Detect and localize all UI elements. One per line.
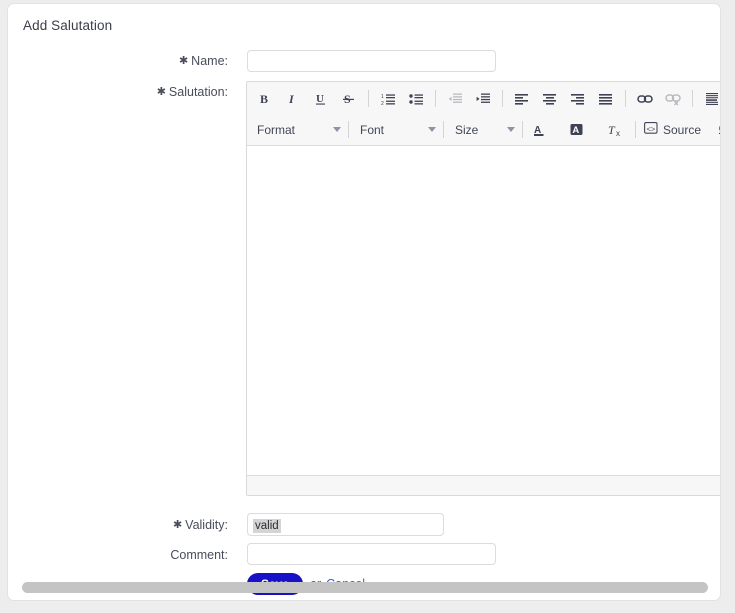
chevron-down-icon	[333, 127, 341, 132]
increase-indent-icon[interactable]	[471, 88, 495, 110]
svg-text:1: 1	[381, 94, 384, 100]
decrease-indent-icon[interactable]	[443, 88, 467, 110]
svg-text:2: 2	[381, 101, 384, 106]
font-dropdown[interactable]: Font	[354, 119, 438, 141]
source-button-label: Source	[663, 123, 701, 137]
size-dropdown-label: Size	[455, 123, 497, 137]
comment-label: Comment:	[18, 548, 228, 562]
toolbar-separator	[522, 121, 523, 138]
toolbar-separator	[635, 121, 636, 138]
format-dropdown-label: Format	[257, 123, 323, 137]
toolbar-separator	[348, 121, 349, 138]
justify-icon[interactable]	[594, 88, 618, 110]
page-title: Add Salutation	[23, 18, 112, 33]
salutation-rich-text-editor[interactable]: B I U S 1 2	[246, 81, 721, 496]
blockquote-icon[interactable]	[700, 88, 721, 110]
source-button[interactable]: <> Source	[641, 119, 704, 141]
validity-label: ✱Validity:	[18, 518, 228, 532]
editor-toolbar-row-1: B I U S 1 2	[247, 83, 721, 114]
svg-text:A: A	[572, 125, 579, 136]
strikethrough-icon[interactable]: S	[337, 88, 361, 110]
size-dropdown[interactable]: Size	[449, 119, 517, 141]
numbered-list-icon[interactable]: 1 2	[376, 88, 400, 110]
toolbar-separator	[443, 121, 444, 138]
svg-text:I: I	[288, 92, 295, 106]
font-dropdown-label: Font	[360, 123, 418, 137]
italic-icon[interactable]: I	[281, 88, 305, 110]
required-marker: ✱	[173, 519, 182, 531]
background-color-caret-icon[interactable]	[589, 119, 598, 141]
text-color-caret-icon[interactable]	[552, 119, 561, 141]
toolbar-separator	[502, 90, 503, 107]
editor-toolbar-row-2: Format Font Size A	[247, 114, 721, 145]
salutation-label: ✱Salutation:	[18, 85, 228, 99]
name-label: ✱Name:	[18, 54, 228, 68]
comment-label-text: Comment:	[170, 548, 228, 562]
special-character-icon[interactable]: Ω	[712, 119, 721, 141]
editor-toolbar: B I U S 1 2	[247, 82, 721, 146]
validity-selected-option[interactable]: valid	[253, 519, 281, 533]
required-marker: ✱	[157, 86, 166, 98]
comment-input[interactable]	[247, 543, 496, 565]
toolbar-separator	[692, 90, 693, 107]
toolbar-separator	[625, 90, 626, 107]
text-color-icon[interactable]: A	[530, 119, 550, 141]
salutation-label-text: Salutation:	[169, 85, 228, 99]
svg-text:T: T	[608, 123, 616, 137]
validity-select[interactable]: valid	[247, 513, 444, 536]
chevron-down-icon	[428, 127, 436, 132]
remove-format-icon[interactable]: T x	[604, 119, 628, 141]
svg-text:x: x	[616, 129, 620, 137]
editor-status-bar	[247, 475, 721, 496]
add-salutation-card: Add Salutation ✱Name: ✱Salutation: B I U	[7, 3, 721, 601]
align-right-icon[interactable]	[566, 88, 590, 110]
link-icon[interactable]	[633, 88, 657, 110]
bulleted-list-icon[interactable]	[404, 88, 428, 110]
editor-content-area[interactable]	[247, 146, 721, 475]
name-input[interactable]	[247, 50, 496, 72]
align-center-icon[interactable]	[538, 88, 562, 110]
bold-icon[interactable]: B	[253, 88, 277, 110]
toolbar-separator	[368, 90, 369, 107]
align-left-icon[interactable]	[510, 88, 534, 110]
svg-text:<>: <>	[647, 124, 656, 133]
required-marker: ✱	[179, 55, 188, 67]
underline-icon[interactable]: U	[309, 88, 333, 110]
svg-text:B: B	[260, 92, 268, 106]
background-color-icon[interactable]: A	[567, 119, 587, 141]
source-icon: <>	[644, 121, 658, 138]
svg-text:U: U	[316, 93, 324, 105]
validity-label-text: Validity:	[185, 518, 228, 532]
unlink-icon[interactable]	[661, 88, 685, 110]
horizontal-scrollbar[interactable]	[22, 582, 708, 593]
chevron-down-icon	[507, 127, 515, 132]
toolbar-separator	[435, 90, 436, 107]
name-label-text: Name:	[191, 54, 228, 68]
format-dropdown[interactable]: Format	[251, 119, 343, 141]
